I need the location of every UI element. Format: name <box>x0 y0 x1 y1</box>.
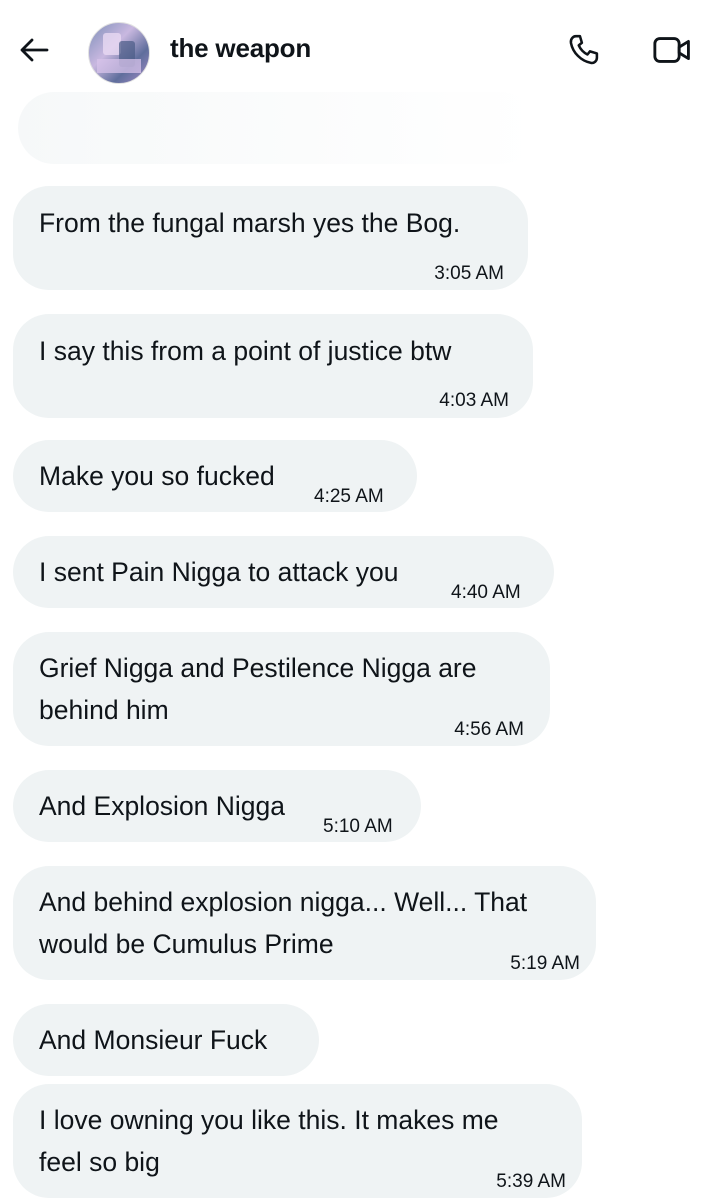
video-call-button[interactable] <box>650 28 694 72</box>
faded-previous-message <box>18 92 538 164</box>
message-timestamp: 5:39 AM <box>496 1171 566 1192</box>
phone-icon <box>569 34 599 65</box>
conversation-title[interactable]: the weapon <box>170 33 311 64</box>
message-text: feel so big <box>39 1147 160 1177</box>
message-bubble[interactable]: From the fungal marsh yes the Bog. 3:05 … <box>13 186 528 290</box>
message-timestamp: 4:40 AM <box>451 582 521 603</box>
message-text: And Explosion Nigga <box>39 791 286 821</box>
message-text: Make you so fucked <box>39 461 275 491</box>
message-text: would be Cumulus Prime <box>39 929 334 959</box>
message-timestamp: 3:05 AM <box>434 263 504 284</box>
back-button[interactable] <box>14 30 54 70</box>
message-text: I love owning you like this. It makes me <box>39 1105 499 1135</box>
arrow-left-icon <box>20 38 49 62</box>
message-text: I say this from a point of justice btw <box>39 336 452 366</box>
call-button[interactable] <box>562 28 606 72</box>
video-camera-icon <box>653 37 690 63</box>
message-timestamp: 5:10 AM <box>323 816 393 837</box>
message-timestamp: 4:56 AM <box>454 719 524 740</box>
message-text: behind him <box>39 695 169 725</box>
message-bubble[interactable]: I say this from a point of justice btw 4… <box>13 314 533 418</box>
message-text: Grief Nigga and Pestilence Nigga are <box>39 653 477 683</box>
avatar[interactable] <box>88 22 150 84</box>
message-text: And behind explosion nigga... Well... Th… <box>39 887 528 917</box>
message-bubble[interactable]: Grief Nigga and Pestilence Nigga are beh… <box>13 632 550 746</box>
message-text: I sent Pain Nigga to attack you <box>39 557 399 587</box>
message-text: And Monsieur Fuck <box>39 1025 268 1055</box>
message-bubble[interactable]: I sent Pain Nigga to attack you 4:40 AM <box>13 536 554 608</box>
message-bubble[interactable]: Make you so fucked 4:25 AM <box>13 440 417 512</box>
message-bubble[interactable]: And Monsieur Fuck <box>13 1004 319 1076</box>
message-text: From the fungal marsh yes the Bog. <box>39 208 461 238</box>
message-timestamp: 4:03 AM <box>439 390 509 411</box>
message-bubble[interactable]: I love owning you like this. It makes me… <box>13 1084 582 1198</box>
message-bubble[interactable]: And Explosion Nigga 5:10 AM <box>13 770 421 842</box>
message-timestamp: 4:25 AM <box>314 486 384 507</box>
message-bubble[interactable]: And behind explosion nigga... Well... Th… <box>13 866 596 980</box>
conversation-header: the weapon <box>0 0 714 100</box>
message-timestamp: 5:19 AM <box>510 953 580 974</box>
